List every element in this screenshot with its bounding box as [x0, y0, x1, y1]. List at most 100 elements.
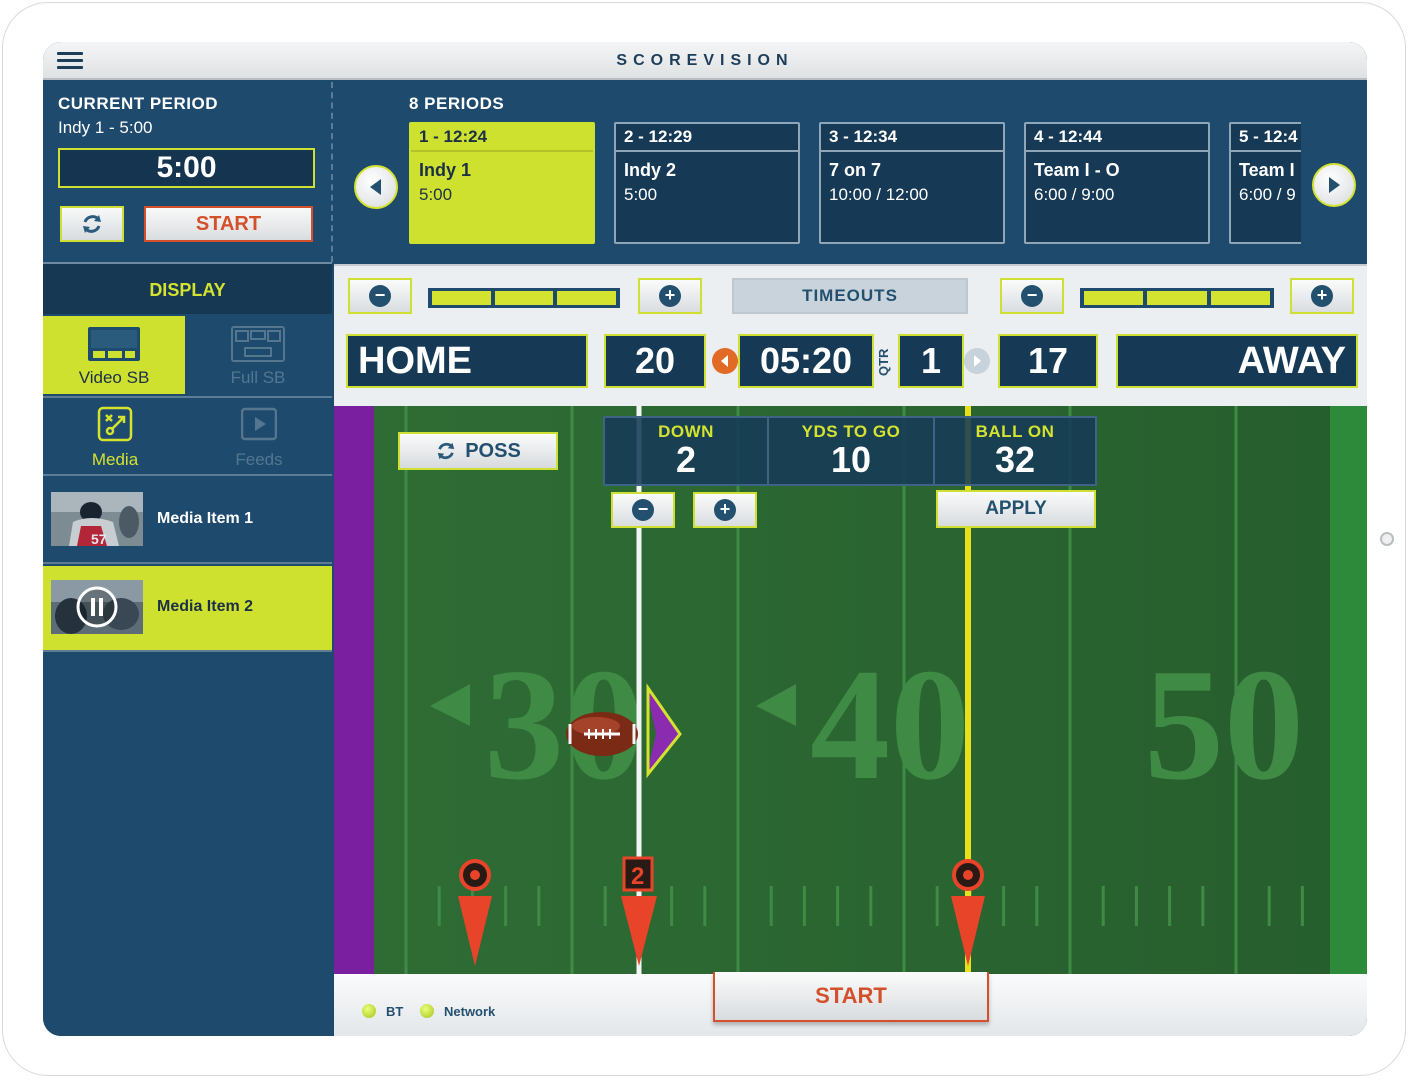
home-score[interactable]: 20	[604, 334, 706, 388]
left-panel: CURRENT PERIOD Indy 1 - 5:00 5:00 START …	[43, 82, 333, 1036]
main-start-button[interactable]: START	[713, 972, 989, 1022]
feeds-play-icon	[240, 407, 278, 441]
away-timeouts-bar	[1080, 288, 1274, 308]
timeout-segment	[557, 291, 617, 305]
down-value: 2	[675, 439, 697, 480]
svg-text:57: 57	[91, 531, 107, 546]
app-screen: SCOREVISION CURRENT PERIOD Indy 1 - 5:00…	[43, 42, 1367, 1036]
home-team-name[interactable]: HOME	[346, 334, 588, 388]
period-time: 10:00 / 12:00	[829, 185, 929, 204]
timeout-segment	[1210, 291, 1270, 305]
period-card[interactable]: 4 - 12:44 Team I - O 6:00 / 9:00	[1024, 122, 1210, 244]
period-start-button[interactable]: START	[144, 206, 313, 242]
media-tabs: Media Feeds	[43, 396, 332, 476]
timeouts-label: TIMEOUTS	[732, 278, 968, 314]
media-item[interactable]: Media Item 2	[43, 566, 332, 652]
pause-icon	[91, 598, 95, 616]
minus-icon: −	[369, 285, 391, 307]
yards-to-go-cell[interactable]: YDS TO GO 10	[769, 418, 933, 484]
qtr-label: QTR	[876, 348, 891, 376]
ball-on-value: 32	[994, 439, 1036, 480]
field-graphic: 30 40 50 2	[334, 406, 1367, 974]
plus-icon: +	[714, 499, 736, 521]
down-plus-button[interactable]: +	[693, 492, 757, 528]
period-name: 7 on 7	[829, 160, 882, 180]
media-item[interactable]: 57 Media Item 1	[43, 478, 332, 564]
full-sb-label: Full SB	[230, 368, 286, 387]
period-card[interactable]: 5 - 12:4 Team I 6:00 / 9	[1229, 122, 1301, 244]
home-endzone	[334, 406, 374, 974]
media-item-label: Media Item 2	[157, 598, 254, 615]
scoreboard-controls: − + TIMEOUTS − + HOME 20 05:20 QTR 1 17 …	[334, 264, 1367, 406]
network-status-label: Network	[444, 1004, 496, 1019]
full-sb-tile[interactable]: Full SB	[187, 316, 329, 394]
period-name: Indy 2	[624, 160, 677, 180]
media-playbook-icon	[97, 406, 133, 442]
periods-next-button[interactable]	[1312, 163, 1356, 207]
away-name-text: AWAY	[1237, 340, 1346, 382]
home-possession-arrow[interactable]	[712, 348, 738, 374]
period-name: Team I	[1239, 160, 1295, 180]
period-list: 1 - 12:24 Indy 1 5:00 2 - 12:29 Indy 2 5…	[409, 122, 1301, 246]
period-time: 6:00 / 9:00	[1034, 185, 1115, 204]
periods-count-label: 8 PERIODS	[409, 94, 505, 113]
apply-button[interactable]: APPLY	[936, 490, 1096, 528]
game-clock[interactable]: 05:20	[738, 334, 874, 388]
current-period-time[interactable]: 5:00	[58, 148, 315, 188]
yard-number-40: 40	[810, 635, 970, 813]
bt-status-label: BT	[386, 1004, 404, 1019]
timeout-segment	[494, 291, 554, 305]
home-button[interactable]	[1380, 532, 1394, 546]
down-cell[interactable]: DOWN 2	[605, 418, 767, 484]
yard-number-50: 50	[1144, 635, 1304, 813]
media-thumbnail	[51, 580, 143, 634]
away-team-name[interactable]: AWAY	[1116, 334, 1358, 388]
swap-icon	[437, 442, 455, 460]
away-timeout-plus-button[interactable]: +	[1290, 278, 1354, 314]
period-time: 5:00	[624, 185, 658, 204]
football-icon	[566, 712, 638, 756]
reset-period-button[interactable]	[60, 206, 124, 242]
video-sb-label: Video SB	[78, 368, 150, 387]
down-marker-number: 2	[631, 863, 644, 890]
full-scoreboard-icon	[231, 326, 285, 362]
possession-label: POSS	[465, 439, 521, 462]
bt-status-indicator	[362, 1004, 376, 1018]
period-header: 2 - 12:29	[616, 124, 798, 152]
timeout-segment	[432, 291, 491, 305]
home-timeout-plus-button[interactable]: +	[638, 278, 702, 314]
period-card[interactable]: 3 - 12:34 7 on 7 10:00 / 12:00	[819, 122, 1005, 244]
chevron-left-icon	[370, 179, 381, 195]
ball-on-cell[interactable]: BALL ON 32	[935, 418, 1095, 484]
home-timeout-minus-button[interactable]: −	[348, 278, 412, 314]
sideline	[1330, 406, 1367, 974]
tab-media[interactable]: Media	[43, 398, 187, 476]
quarter-value[interactable]: 1	[898, 334, 964, 388]
plus-icon: +	[1311, 285, 1333, 307]
app-title: SCOREVISION	[616, 52, 794, 69]
away-score[interactable]: 17	[998, 334, 1098, 388]
refresh-icon	[83, 215, 101, 233]
period-card[interactable]: 2 - 12:29 Indy 2 5:00	[614, 122, 800, 244]
period-header: 1 - 12:24	[411, 124, 593, 152]
possession-button[interactable]: POSS	[398, 432, 558, 470]
display-header: DISPLAY	[43, 262, 332, 314]
media-item-label: Media Item 1	[157, 510, 254, 527]
down-minus-button[interactable]: −	[611, 492, 675, 528]
network-status-indicator	[420, 1004, 434, 1018]
panel-divider	[331, 82, 333, 262]
ytg-value: 10	[830, 439, 872, 480]
periods-prev-button[interactable]	[354, 165, 398, 209]
away-possession-arrow[interactable]	[964, 348, 990, 374]
away-timeout-minus-button[interactable]: −	[1000, 278, 1064, 314]
home-name-text: HOME	[358, 340, 472, 382]
current-period-name: Indy 1 - 5:00	[58, 118, 153, 137]
period-card[interactable]: 1 - 12:24 Indy 1 5:00	[409, 122, 595, 244]
period-time: 5:00	[419, 185, 453, 204]
football-field[interactable]: 30 40 50 2	[334, 406, 1367, 974]
tab-feeds[interactable]: Feeds	[187, 398, 331, 476]
down-distance-panel: DOWN 2 YDS TO GO 10 BALL ON 32	[603, 416, 1097, 486]
video-scoreboard-icon	[88, 327, 140, 361]
current-period-label: CURRENT PERIOD	[58, 94, 219, 113]
video-sb-tile[interactable]: Video SB	[43, 316, 185, 394]
